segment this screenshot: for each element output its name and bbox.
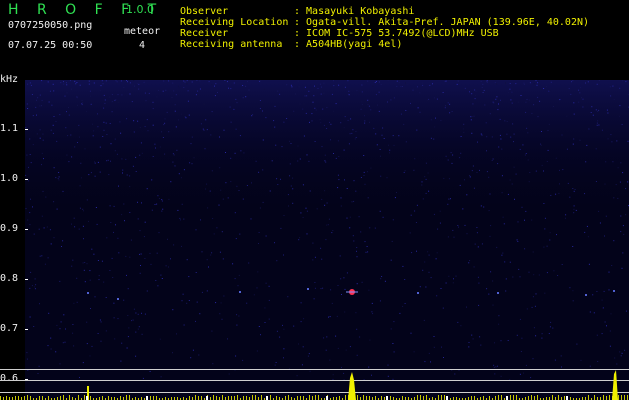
receiver-label: Receiver [180,28,229,39]
level-peak-main [348,372,356,400]
time-tick-mark [446,396,448,400]
meteor-count: 4 [139,40,146,51]
freq-tick [25,279,28,280]
time-tick-mark [146,396,148,400]
freq-tick-label: 0.8 [0,273,19,284]
time-tick-mark [266,396,268,400]
freq-tick [25,229,28,230]
file-name: 0707250050.png [8,20,93,31]
freq-tick-label: 0.9 [0,223,19,234]
time-tick-mark [386,396,388,400]
time-tick-mark [566,396,568,400]
antenna-label: Receiving antenna [180,39,283,50]
freq-tick-label: 1.0 [0,173,19,184]
file-datetime: 07.07.25 00:50 [8,40,93,51]
location-label: Receiving Location [180,17,289,28]
location-value: : Ogata-vill. Akita-Pref. JAPAN (139.96E… [294,17,590,28]
spectrogram-canvas [25,80,629,381]
level-peak-end [612,370,618,400]
app-version: 1.0.0 [126,3,154,16]
spectrogram [25,80,629,400]
antenna-value: : A504HB(yagi 4el) [294,39,403,50]
observer-value: : Masayuki Kobayashi [294,6,415,17]
freq-tick [25,329,28,330]
meteor-label: meteor [124,26,161,37]
observer-label: Observer [180,6,229,17]
freq-tick [25,129,28,130]
freq-tick-label: 1.1 [0,123,19,134]
time-tick-mark [506,396,508,400]
receiver-value: : ICOM IC-575 53.7492(@LCD)MHz USB [294,28,499,39]
unit-label: kHz [0,74,19,85]
time-tick-mark [326,396,328,400]
level-meter [0,370,628,400]
time-tick-mark [206,396,208,400]
freq-tick-label: 0.7 [0,323,19,334]
freq-tick [25,179,28,180]
time-tick-mark [86,396,88,400]
